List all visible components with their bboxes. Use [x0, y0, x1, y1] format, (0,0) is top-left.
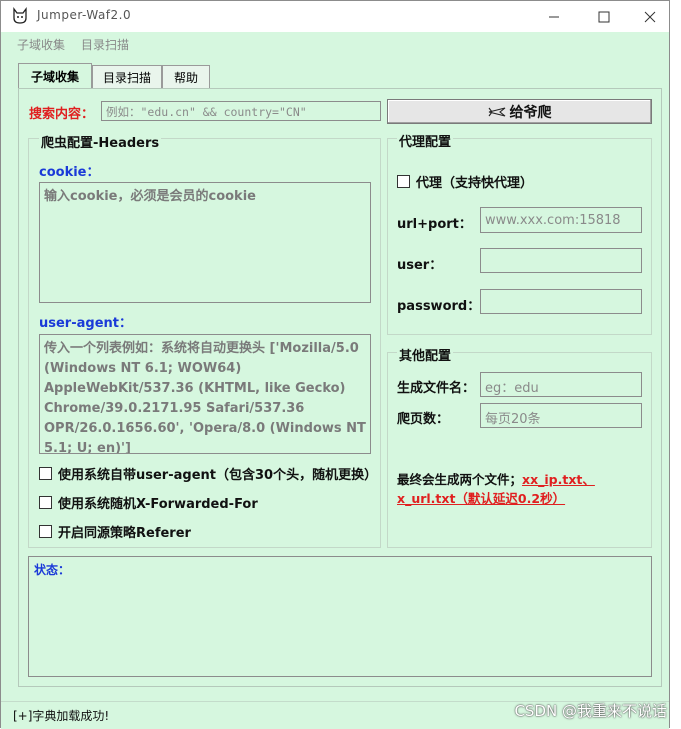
- output-note-file1: xx_ip.txt、: [522, 472, 595, 487]
- checkbox-box: [39, 496, 52, 509]
- pages-input[interactable]: 每页20条: [480, 403, 642, 428]
- cat-app-icon: [13, 7, 27, 24]
- user-input[interactable]: [480, 248, 642, 273]
- filename-label: 生成文件名：: [397, 381, 476, 396]
- search-label: 搜索内容：: [29, 107, 95, 122]
- url-port-input[interactable]: www.xxx.com:15818: [480, 207, 642, 233]
- xff-checkbox[interactable]: 使用系统随机X-Forwarded-For: [39, 493, 258, 512]
- system-ua-label: 使用系统自带user-agent（包含30个头，随机更换）: [58, 468, 378, 483]
- maximize-icon: [598, 11, 610, 22]
- close-icon: [644, 11, 656, 22]
- watermark: CSDN @我重来不说话: [514, 702, 667, 720]
- proxy-check-label: 代理（支持快代理）: [416, 176, 534, 191]
- minimize-button[interactable]: [531, 1, 577, 32]
- referer-label: 开启同源策略Referer: [58, 526, 191, 541]
- password-input[interactable]: [480, 289, 642, 314]
- menu-item-dirscan[interactable]: 目录扫描: [81, 36, 129, 53]
- checkbox-box: [39, 467, 52, 480]
- proxy-group-title: 代理配置: [397, 131, 454, 150]
- crawler-group-title: 爬虫配置-Headers: [39, 132, 162, 151]
- status-textarea[interactable]: 状态：: [28, 556, 652, 677]
- status-label: 状态：: [34, 563, 71, 577]
- checkbox-box: [397, 175, 410, 188]
- search-input[interactable]: 例如："edu.cn" && country="CN": [101, 101, 381, 121]
- output-note-file2: x_url.txt（默认延迟0.2秒）: [397, 491, 566, 506]
- cookie-textarea[interactable]: 输入cookie，必须是会员的cookie: [39, 182, 371, 303]
- tab-dirscan[interactable]: 目录扫描: [92, 65, 162, 88]
- minimize-icon: [549, 16, 559, 17]
- checkbox-box: [39, 525, 52, 538]
- ua-label: user-agent：: [39, 316, 132, 331]
- plane-icon: [488, 106, 505, 117]
- user-label: user：: [397, 258, 443, 273]
- output-note-prefix: 最终会生成两个文件；: [397, 472, 523, 487]
- menu-bar: 子域收集 目录扫描: [1, 32, 669, 54]
- window-title: Jumper-Waf2.0: [37, 8, 132, 22]
- system-ua-checkbox[interactable]: 使用系统自带user-agent（包含30个头，随机更换）: [39, 464, 377, 483]
- pages-label: 爬页数：: [397, 412, 450, 427]
- title-bar: Jumper-Waf2.0: [1, 1, 669, 32]
- crawl-button-label: 给爷爬: [509, 104, 552, 121]
- filename-input[interactable]: eg：edu: [480, 372, 642, 397]
- output-note: 最终会生成两个文件；xx_ip.txt、 x_url.txt（默认延迟0.2秒）: [397, 470, 647, 508]
- tab-subdomain[interactable]: 子域收集: [18, 63, 92, 89]
- proxy-checkbox[interactable]: 代理（支持快代理）: [397, 172, 533, 191]
- referer-checkbox[interactable]: 开启同源策略Referer: [39, 522, 191, 541]
- crawl-button[interactable]: 给爷爬: [387, 99, 652, 124]
- app-window: Jumper-Waf2.0 子域收集 目录扫描 子域收集 目录扫描 帮助 搜索内…: [0, 0, 670, 729]
- maximize-button[interactable]: [581, 1, 627, 32]
- tab-help[interactable]: 帮助: [162, 65, 210, 88]
- close-button[interactable]: [627, 1, 673, 32]
- url-port-label: url+port：: [397, 217, 472, 232]
- xff-label: 使用系统随机X-Forwarded-For: [58, 497, 258, 512]
- menu-item-subdomain[interactable]: 子域收集: [17, 36, 65, 53]
- other-group-title: 其他配置: [397, 345, 454, 364]
- ua-textarea[interactable]: 传入一个列表例如：系统将自动更换头 ['Mozilla/5.0 (Windows…: [39, 334, 371, 454]
- password-label: password：: [397, 299, 481, 314]
- status-bar-text: [+]字典加载成功!: [13, 709, 110, 723]
- cookie-label: cookie：: [39, 165, 100, 180]
